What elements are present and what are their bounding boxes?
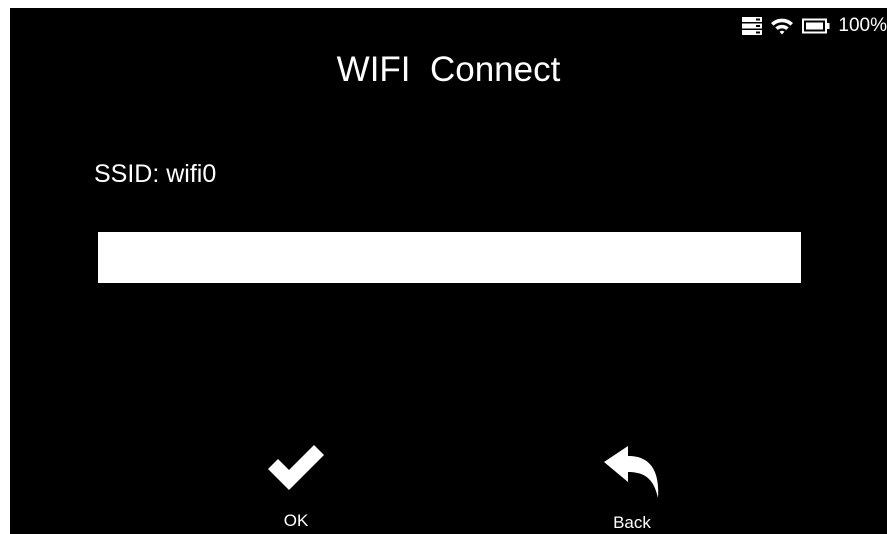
battery-percentage: 100% <box>838 15 887 36</box>
wifi-connect-screen: 100% WIFI Connect SSID: wifi0 OK Back <box>10 8 887 534</box>
status-bar: 100% <box>742 14 887 38</box>
checkmark-icon <box>241 444 351 494</box>
password-input[interactable] <box>98 232 801 283</box>
ok-label: OK <box>283 511 309 530</box>
back-arrow-icon <box>577 444 687 500</box>
back-button[interactable]: Back <box>577 444 687 534</box>
storage-icon <box>742 17 763 35</box>
back-label: Back <box>613 513 651 532</box>
wifi-icon <box>770 17 794 35</box>
ok-button[interactable]: OK <box>241 444 351 534</box>
page-title: WIFI Connect <box>336 50 561 89</box>
ssid-label: SSID: wifi0 <box>94 160 217 188</box>
battery-icon <box>802 18 830 34</box>
